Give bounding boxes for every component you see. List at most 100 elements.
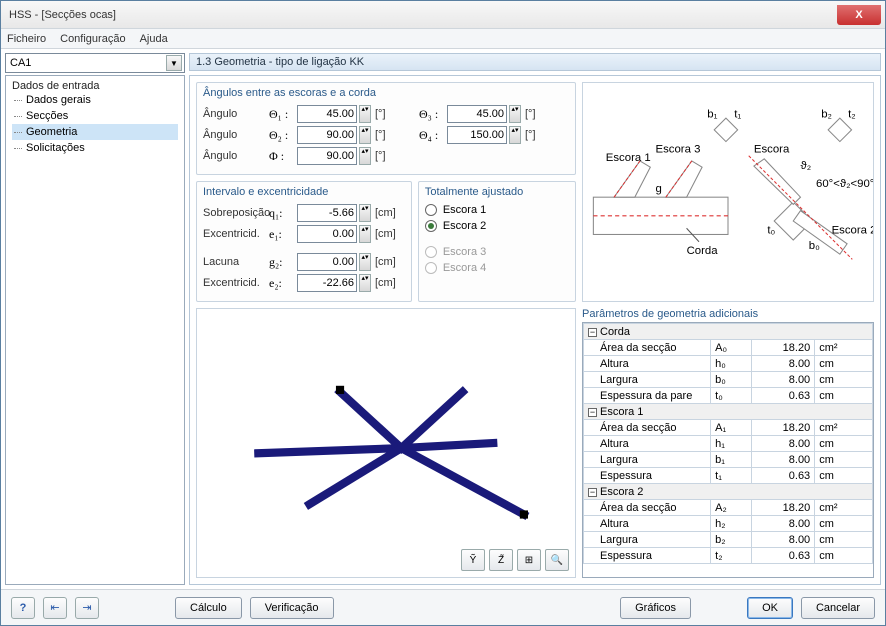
input-phi[interactable]: 90.00	[297, 147, 357, 165]
verify-button[interactable]: Verificação	[250, 597, 334, 619]
param-row[interactable]: Alturah₁8.00cm	[584, 436, 873, 452]
tree-root[interactable]: Dados de entrada	[12, 80, 178, 92]
param-row[interactable]: Área da secçãoA₀18.20cm²	[584, 340, 873, 356]
param-group-row[interactable]: −Corda	[584, 324, 873, 340]
spinner-theta3[interactable]: ▴▾	[509, 105, 521, 123]
tree-item-geometria[interactable]: Geometria	[12, 124, 178, 140]
spinner-q1[interactable]: ▴▾	[359, 204, 371, 222]
param-unit: cm²	[815, 420, 873, 436]
param-label: Largura	[584, 452, 711, 468]
prev-button[interactable]: ⇤	[43, 597, 67, 619]
right-column: 1.3 Geometria - tipo de ligação KK Ângul…	[189, 53, 881, 585]
param-value: 18.20	[751, 500, 815, 516]
collapse-icon: −	[588, 328, 597, 337]
input-g2[interactable]: 0.00	[297, 253, 357, 271]
input-theta2[interactable]: 90.00	[297, 126, 357, 144]
param-row[interactable]: Área da secçãoA₂18.20cm²	[584, 500, 873, 516]
param-value: 0.63	[751, 548, 815, 564]
param-row[interactable]: Espessura da paret₀0.63cm	[584, 388, 873, 404]
param-symbol: h₁	[711, 436, 751, 452]
param-row[interactable]: Largurab₀8.00cm	[584, 372, 873, 388]
input-q1[interactable]: -5.66	[297, 204, 357, 222]
zoom-button[interactable]: 🔍	[545, 549, 569, 571]
param-row[interactable]: Alturah₂8.00cm	[584, 516, 873, 532]
param-value: 0.63	[751, 388, 815, 404]
spinner-g2[interactable]: ▴▾	[359, 253, 371, 271]
nav-tree: Dados de entrada Dados gerais Secções Ge…	[5, 75, 185, 585]
param-value: 8.00	[751, 436, 815, 452]
param-symbol: h₀	[711, 356, 751, 372]
graphs-button[interactable]: Gráficos	[620, 597, 691, 619]
param-group-row[interactable]: −Escora 1	[584, 404, 873, 420]
tree-item-solicitacoes[interactable]: Solicitações	[12, 140, 178, 156]
param-unit: cm	[815, 532, 873, 548]
param-unit: cm	[815, 452, 873, 468]
tree-item-seccoes[interactable]: Secções	[12, 108, 178, 124]
menu-file[interactable]: Ficheiro	[7, 33, 46, 45]
param-row[interactable]: Área da secçãoA₁18.20cm²	[584, 420, 873, 436]
param-row[interactable]: Espessurat₁0.63cm	[584, 468, 873, 484]
radio-escora1[interactable]: Escora 1	[425, 204, 569, 216]
radio-icon	[425, 220, 437, 232]
next-button[interactable]: ⇥	[75, 597, 99, 619]
diagram: Corda Escora 1 Escora 3 g b₁ t₁	[582, 82, 874, 302]
param-label: Altura	[584, 356, 711, 372]
param-label: Largura	[584, 532, 711, 548]
tree-item-dados-gerais[interactable]: Dados gerais	[12, 92, 178, 108]
param-row[interactable]: Largurab₂8.00cm	[584, 532, 873, 548]
group-adjust-title: Totalmente ajustado	[425, 186, 569, 198]
svg-text:Escora 3: Escora 3	[656, 144, 701, 156]
menu-help[interactable]: Ajuda	[140, 33, 168, 45]
input-e2[interactable]: -22.66	[297, 274, 357, 292]
param-row[interactable]: Largurab₁8.00cm	[584, 452, 873, 468]
param-unit: cm	[815, 468, 873, 484]
close-button[interactable]: X	[837, 5, 881, 25]
param-value: 8.00	[751, 452, 815, 468]
case-select[interactable]: CA1 ▼	[5, 53, 185, 73]
param-value: 8.00	[751, 516, 815, 532]
param-group-row[interactable]: −Escora 2	[584, 484, 873, 500]
cancel-button[interactable]: Cancelar	[801, 597, 875, 619]
spinner-phi[interactable]: ▴▾	[359, 147, 371, 165]
param-symbol: b₂	[711, 532, 751, 548]
menu-config[interactable]: Configuração	[60, 33, 125, 45]
spinner-e1[interactable]: ▴▾	[359, 225, 371, 243]
section-title: 1.3 Geometria - tipo de ligação KK	[189, 53, 881, 71]
param-symbol: t₁	[711, 468, 751, 484]
calc-button[interactable]: Cálculo	[175, 597, 242, 619]
params-table-scroll[interactable]: −CordaÁrea da secçãoA₀18.20cm²Alturah₀8.…	[582, 322, 874, 578]
param-row[interactable]: Alturah₀8.00cm	[584, 356, 873, 372]
param-row[interactable]: Espessurat₂0.63cm	[584, 548, 873, 564]
ok-button[interactable]: OK	[747, 597, 793, 619]
spinner-theta1[interactable]: ▴▾	[359, 105, 371, 123]
param-label: Espessura da pare	[584, 388, 711, 404]
spinner-e2[interactable]: ▴▾	[359, 274, 371, 292]
input-theta4[interactable]: 150.00	[447, 126, 507, 144]
input-theta1[interactable]: 45.00	[297, 105, 357, 123]
param-value: 18.20	[751, 420, 815, 436]
arrow-prev-icon: ⇤	[50, 601, 59, 614]
param-value: 8.00	[751, 372, 815, 388]
view-z-button[interactable]: Z̃	[489, 549, 513, 571]
help-button[interactable]: ?	[11, 597, 35, 619]
radio-escora2[interactable]: Escora 2	[425, 220, 569, 232]
param-symbol: t₀	[711, 388, 751, 404]
group-interval-title: Intervalo e excentricidade	[203, 186, 405, 198]
collapse-icon: −	[588, 488, 597, 497]
param-unit: cm	[815, 388, 873, 404]
left-column: CA1 ▼ Dados de entrada Dados gerais Secç…	[5, 53, 185, 585]
param-value: 18.20	[751, 340, 815, 356]
input-theta3[interactable]: 45.00	[447, 105, 507, 123]
svg-text:g: g	[656, 183, 662, 195]
input-e1[interactable]: 0.00	[297, 225, 357, 243]
spinner-theta4[interactable]: ▴▾	[509, 126, 521, 144]
radio-icon	[425, 204, 437, 216]
param-unit: cm	[815, 548, 873, 564]
spinner-theta2[interactable]: ▴▾	[359, 126, 371, 144]
param-label: Área da secção	[584, 500, 711, 516]
view-y-button[interactable]: Ỹ	[461, 549, 485, 571]
svg-text:b₀: b₀	[809, 240, 820, 252]
render-3d[interactable]: Ỹ Z̃ ⊞ 🔍	[196, 308, 576, 578]
param-symbol: b₁	[711, 452, 751, 468]
view-iso-button[interactable]: ⊞	[517, 549, 541, 571]
